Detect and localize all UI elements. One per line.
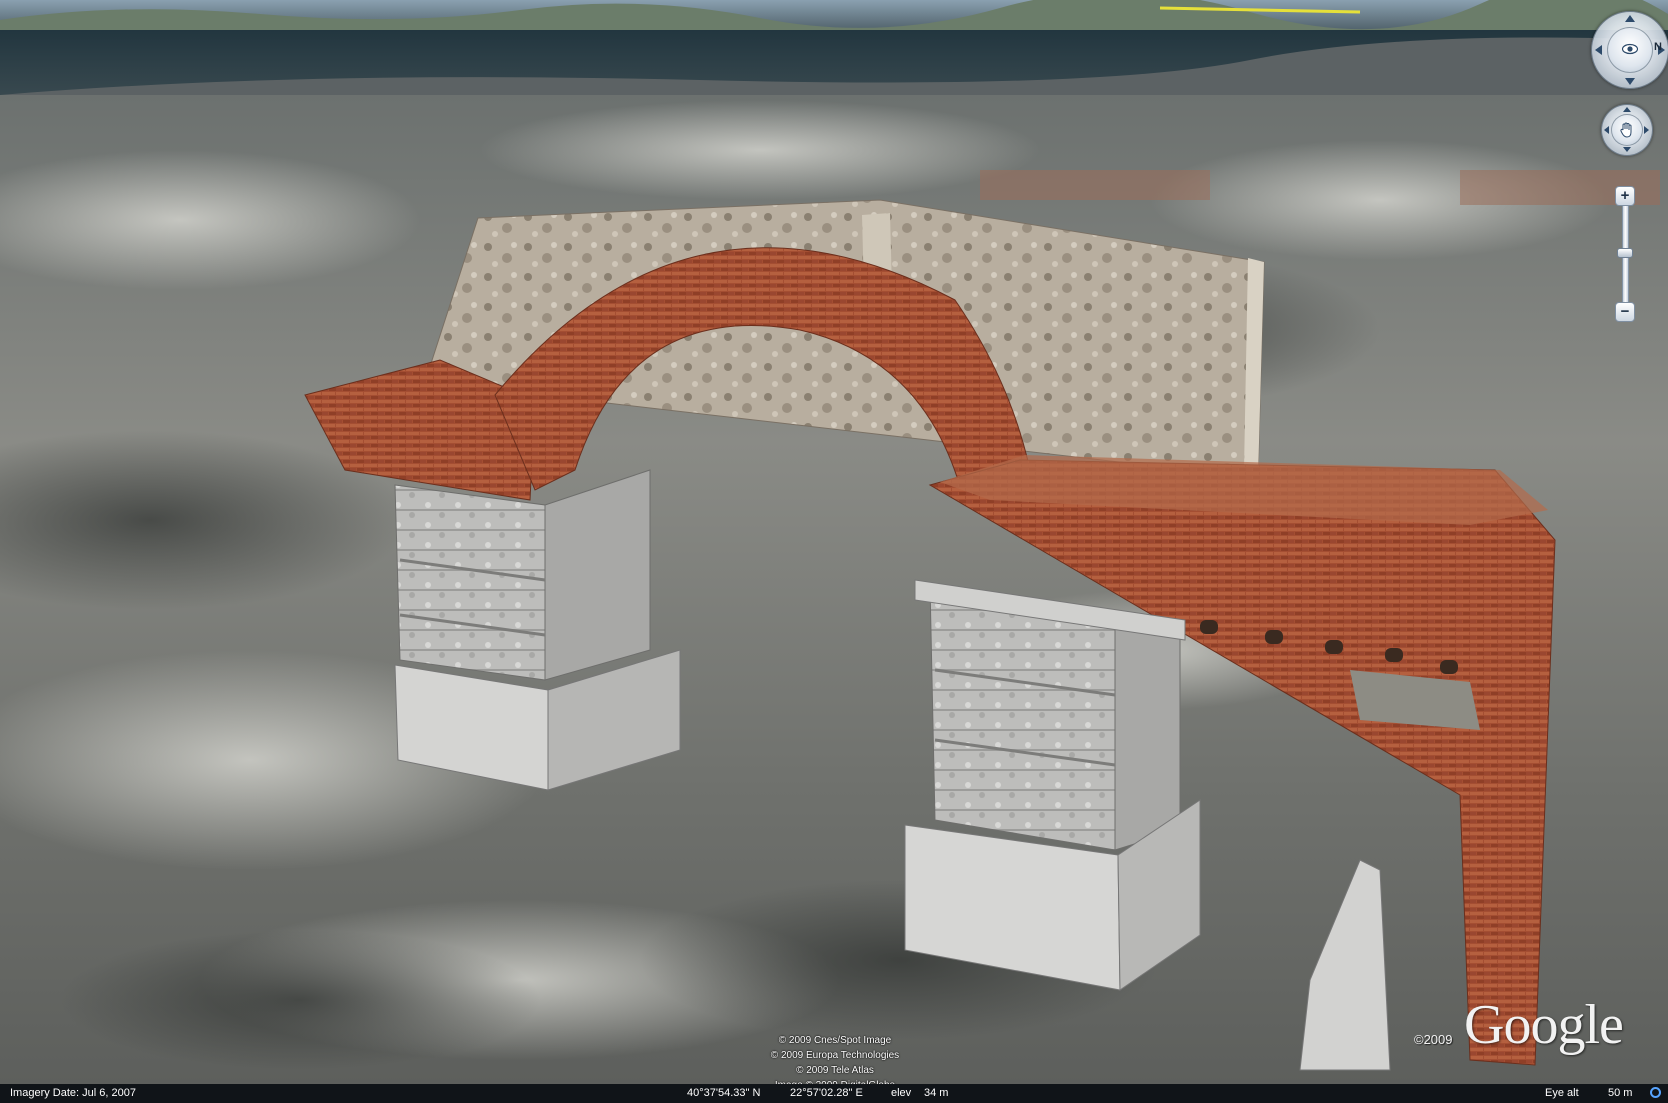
scale-value: 50 m (1608, 1087, 1633, 1099)
look-up-arrow-icon[interactable] (1625, 15, 1635, 22)
hand-icon (1620, 122, 1632, 138)
status-bar: Imagery Date: Jul 6, 2007 40°37'54.33" N… (0, 1084, 1668, 1103)
earth-3d-viewport[interactable]: N + − © 2009 Cnes/Spot Image © 2009 Euro… (0, 0, 1668, 1103)
look-around-control[interactable]: N (1591, 11, 1668, 89)
wall-niche (1265, 630, 1283, 644)
move-right-arrow-icon[interactable] (1644, 126, 1649, 134)
elevation-value: 34 m (924, 1087, 949, 1099)
rooftops (980, 170, 1210, 200)
look-left-arrow-icon[interactable] (1595, 45, 1602, 55)
terrain-light-patch (480, 100, 1040, 200)
longitude-readout: 22°57'02.28" E (790, 1087, 863, 1099)
google-logo: Google (1464, 994, 1624, 1056)
elevation-label: elev (891, 1087, 912, 1099)
copyright-line: © 2009 Cnes/Spot Image (778, 1035, 892, 1046)
move-left-arrow-icon[interactable] (1604, 126, 1609, 134)
logo-copyright-year: ©2009 (1414, 1032, 1453, 1047)
left-marble-pier-front (394, 484, 546, 681)
arch-of-galerius-3d-scene[interactable] (0, 0, 1668, 1103)
copyright-line: © 2009 Europa Technologies (770, 1050, 900, 1061)
look-down-arrow-icon[interactable] (1625, 78, 1635, 85)
zoom-out-button[interactable]: − (1615, 302, 1635, 322)
eye-icon (1622, 43, 1638, 55)
wall-niche (1200, 620, 1218, 634)
move-down-arrow-icon[interactable] (1623, 147, 1631, 152)
wall-niche (1385, 648, 1403, 662)
terrain-dark-patch (60, 930, 540, 1070)
move-control[interactable] (1601, 104, 1653, 156)
wall-niche (1440, 660, 1458, 674)
streaming-status-icon (1650, 1087, 1661, 1098)
latitude-readout: 40°37'54.33" N (687, 1087, 761, 1099)
copyright-line: © 2009 Tele Atlas (796, 1065, 874, 1076)
move-up-arrow-icon[interactable] (1623, 107, 1631, 112)
north-indicator[interactable]: N (1654, 41, 1662, 53)
zoom-slider-thumb[interactable] (1617, 248, 1633, 259)
zoom-in-button[interactable]: + (1615, 186, 1635, 206)
zoom-slider[interactable]: + − (1613, 186, 1637, 334)
wall-niche (1325, 640, 1343, 654)
imagery-date: Imagery Date: Jul 6, 2007 (10, 1087, 136, 1099)
eye-altitude-label: Eye alt (1545, 1087, 1579, 1099)
left-marble-pier-side (544, 469, 651, 681)
right-marble-pier-side (1114, 609, 1181, 851)
